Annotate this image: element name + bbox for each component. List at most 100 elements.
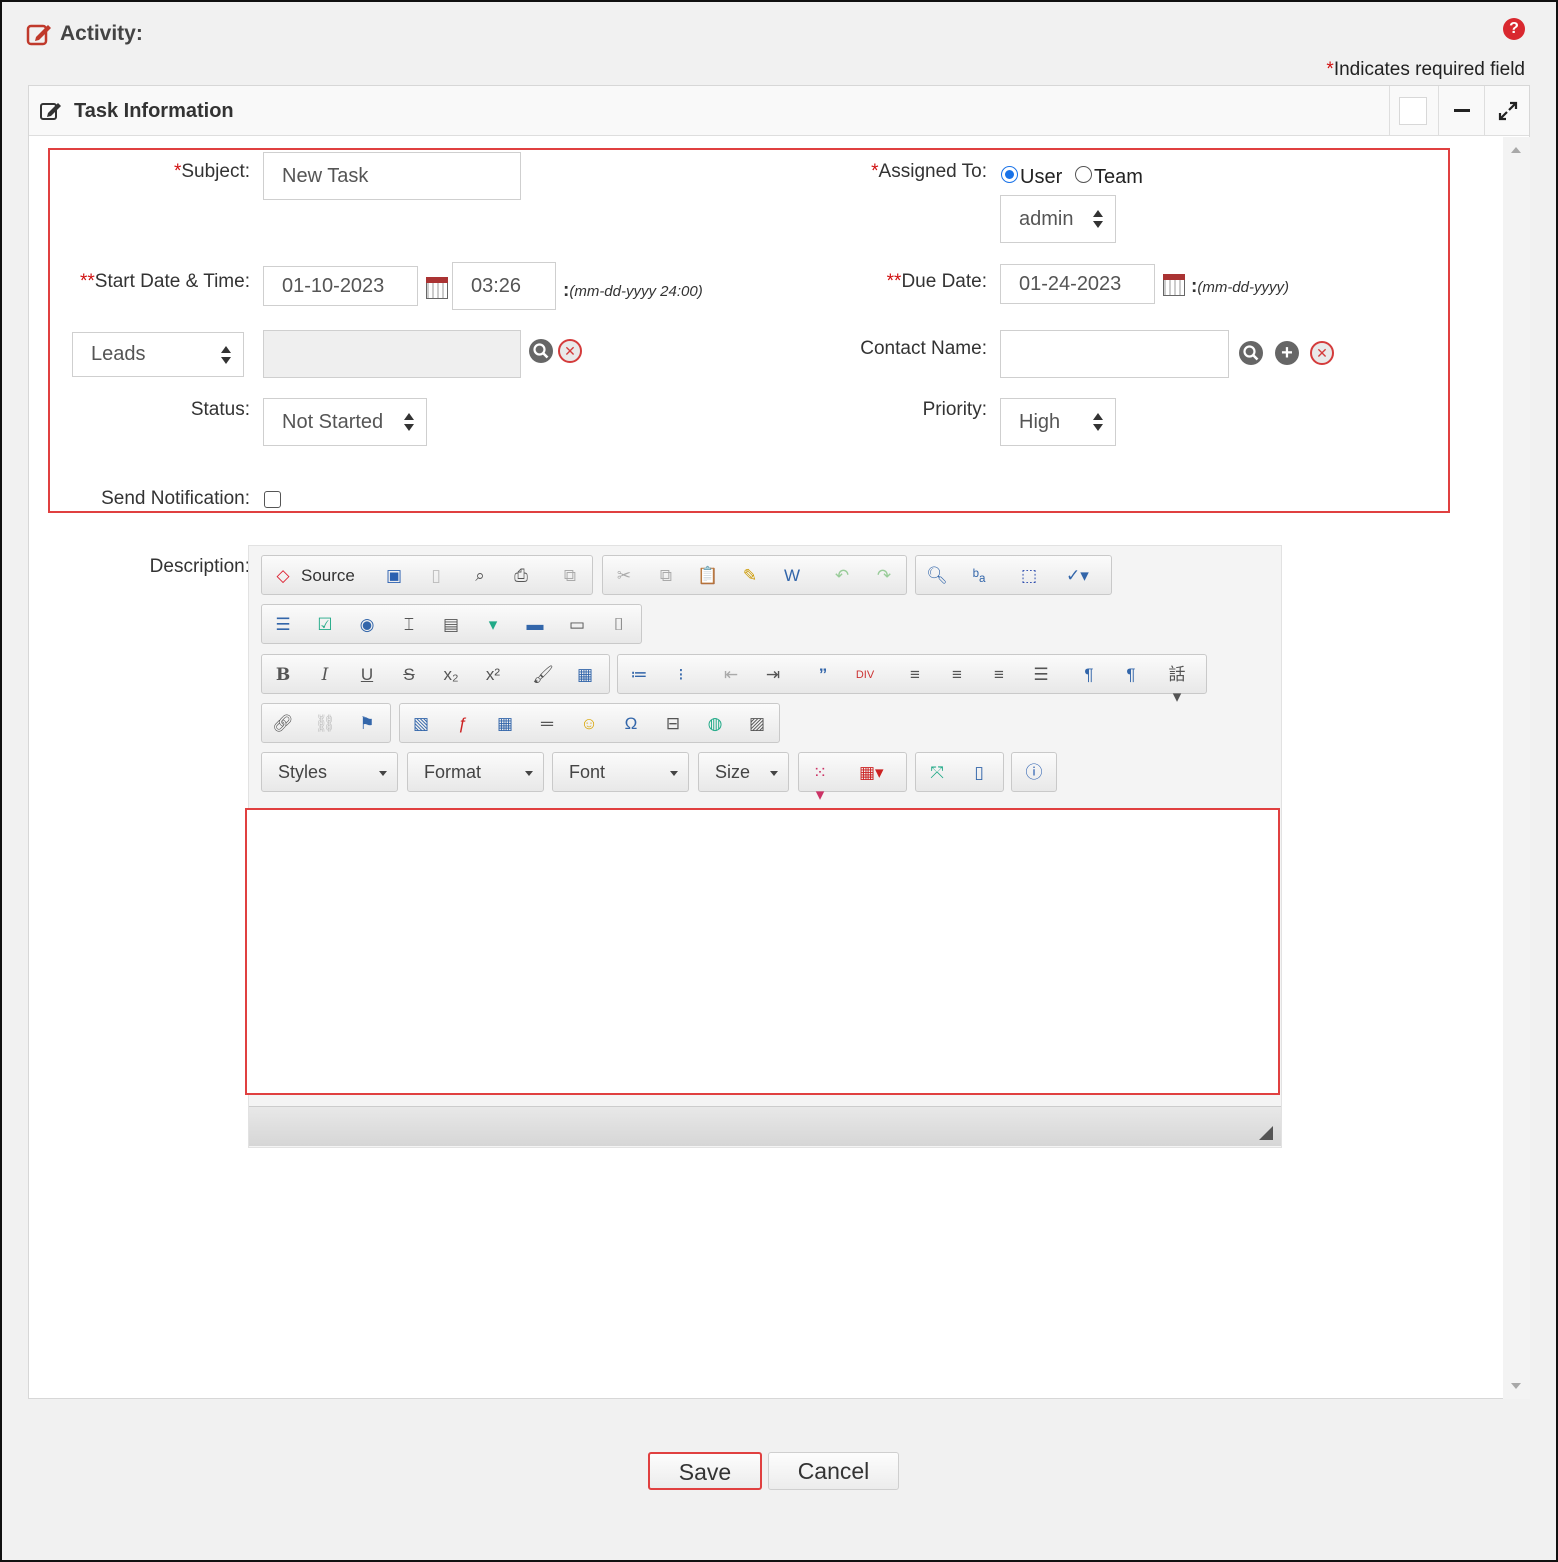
link-icon[interactable]: 🔗︎	[272, 713, 294, 735]
redo-icon[interactable]: ↷	[873, 565, 895, 587]
show-blocks-icon[interactable]: ▯	[968, 762, 990, 784]
description-editor-area[interactable]	[245, 808, 1280, 1095]
align-right-icon[interactable]: ≡	[988, 664, 1010, 686]
textarea-icon[interactable]: ▤	[440, 614, 462, 636]
clear-icon[interactable]: ✕	[1310, 341, 1334, 365]
iframe-icon[interactable]: ◍	[704, 713, 726, 735]
justify-icon[interactable]: ☰	[1030, 664, 1052, 686]
contact-name-input[interactable]	[1000, 330, 1229, 378]
html-icon[interactable]: ▦	[574, 664, 596, 686]
create-div-icon[interactable]: DIV	[854, 664, 876, 686]
preview-icon[interactable]: ⌕	[469, 565, 491, 587]
related-record-input[interactable]	[263, 330, 521, 378]
clear-icon[interactable]: ✕	[558, 339, 582, 363]
smiley-icon[interactable]: ☺	[578, 713, 600, 735]
paste-text-icon[interactable]: ✎	[739, 565, 761, 587]
strikethrough-icon[interactable]: S	[398, 664, 420, 686]
text-direction-rtl-icon[interactable]: ¶	[1120, 664, 1142, 686]
special-char-icon[interactable]: Ω	[620, 713, 642, 735]
table-grid-icon[interactable]: ▦▾	[859, 762, 884, 784]
status-select[interactable]: Not Started	[263, 398, 427, 446]
info-icon[interactable]: ⓘ	[1023, 762, 1045, 784]
horizontal-line-icon[interactable]: ═	[536, 713, 558, 735]
bulleted-list-icon[interactable]: ⁝	[670, 664, 692, 686]
send-notification-checkbox[interactable]	[264, 491, 281, 508]
paste-word-icon[interactable]: W	[781, 565, 803, 587]
styles-combo[interactable]: Styles	[261, 752, 398, 792]
scroll-down-arrow-icon[interactable]	[1511, 1383, 1521, 1389]
language-icon[interactable]: 話▾	[1166, 664, 1188, 706]
paste-icon[interactable]: 📋	[697, 565, 719, 587]
anchor-icon[interactable]: ⚑	[356, 713, 378, 735]
source-icon[interactable]: ◇	[272, 565, 294, 587]
help-icon[interactable]: ?	[1503, 18, 1525, 40]
assigned-user-select[interactable]: admin	[1000, 195, 1116, 243]
start-time-input[interactable]: 03:26	[452, 262, 556, 310]
due-date-input[interactable]: 01-24-2023	[1000, 264, 1155, 304]
size-combo[interactable]: Size	[698, 752, 789, 792]
decrease-indent-icon[interactable]: ⇤	[720, 664, 742, 686]
add-icon[interactable]: +	[1275, 341, 1299, 365]
text-field-icon[interactable]: ⌶	[398, 614, 420, 636]
subscript-icon[interactable]: x₂	[440, 664, 462, 686]
maximize-icon[interactable]: ⤧	[926, 762, 948, 784]
blockquote-icon[interactable]: ”	[812, 664, 834, 686]
copy-icon[interactable]: ⧉	[655, 565, 677, 587]
cut-icon[interactable]: ✂	[613, 565, 635, 587]
undo-icon[interactable]: ↶	[831, 565, 853, 587]
panel-select-toggle[interactable]	[1389, 86, 1435, 136]
radio-button-icon[interactable]: ◉	[356, 614, 378, 636]
collapse-button[interactable]	[1438, 86, 1484, 136]
numbered-list-icon[interactable]: ≔	[628, 664, 650, 686]
search-icon[interactable]	[529, 339, 553, 363]
text-direction-ltr-icon[interactable]: ¶	[1078, 664, 1100, 686]
priority-select[interactable]: High	[1000, 398, 1116, 446]
cancel-button[interactable]: Cancel	[768, 1452, 899, 1490]
image-map-icon[interactable]: ▨	[746, 713, 768, 735]
source-button[interactable]: Source	[301, 566, 355, 586]
form-icon[interactable]: ☰	[272, 614, 294, 636]
spellcheck-icon[interactable]: ✓▾	[1066, 565, 1089, 587]
unlink-icon[interactable]: ⛓	[314, 713, 336, 735]
resize-handle-icon[interactable]	[1259, 1126, 1273, 1140]
underline-icon[interactable]: U	[356, 664, 378, 686]
assigned-user-radio[interactable]	[1001, 166, 1018, 183]
replace-icon[interactable]: ᵇₐ	[968, 565, 990, 587]
start-date-calendar-icon[interactable]	[426, 277, 448, 299]
new-page-icon[interactable]: ▯	[425, 565, 447, 587]
table-icon[interactable]: ▦	[494, 713, 516, 735]
select-field-icon[interactable]: ▾	[482, 614, 504, 636]
related-to-select[interactable]: Leads	[72, 332, 244, 377]
superscript-icon[interactable]: x²	[482, 664, 504, 686]
bold-icon[interactable]: B	[272, 664, 294, 686]
save-button[interactable]: Save	[648, 1452, 762, 1490]
start-date-input[interactable]: 01-10-2023	[263, 266, 418, 306]
panel-scrollbar[interactable]	[1503, 137, 1530, 1399]
search-icon[interactable]	[1239, 341, 1263, 365]
find-icon[interactable]: 🔍︎	[926, 565, 948, 587]
scroll-up-arrow-icon[interactable]	[1511, 147, 1521, 153]
image-button-icon[interactable]: ▭	[566, 614, 588, 636]
assigned-team-radio[interactable]	[1075, 166, 1092, 183]
print-icon[interactable]: ⎙	[510, 565, 532, 587]
format-combo[interactable]: Format	[407, 752, 544, 792]
templates-icon[interactable]: ⧉	[559, 565, 581, 587]
font-combo[interactable]: Font	[552, 752, 689, 792]
align-center-icon[interactable]: ≡	[946, 664, 968, 686]
align-left-icon[interactable]: ≡	[904, 664, 926, 686]
page-break-icon[interactable]: ⊟	[662, 713, 684, 735]
italic-icon[interactable]: I	[314, 664, 336, 686]
hidden-field-icon[interactable]: ⌷	[608, 614, 630, 636]
image-icon[interactable]: ▧	[410, 713, 432, 735]
checkbox-icon[interactable]: ☑	[314, 614, 336, 636]
select-all-icon[interactable]: ⬚	[1018, 565, 1040, 587]
text-color-icon[interactable]: ⁙▾	[809, 762, 831, 804]
flash-icon[interactable]: ƒ	[452, 713, 474, 735]
subject-input[interactable]: New Task	[263, 152, 521, 200]
increase-indent-icon[interactable]: ⇥	[762, 664, 784, 686]
remove-format-icon[interactable]: 🖌︎	[532, 664, 554, 686]
expand-button[interactable]	[1484, 86, 1530, 136]
save-icon[interactable]: ▣	[383, 565, 405, 587]
button-icon[interactable]: ▬	[524, 614, 546, 636]
due-date-calendar-icon[interactable]	[1163, 274, 1185, 296]
